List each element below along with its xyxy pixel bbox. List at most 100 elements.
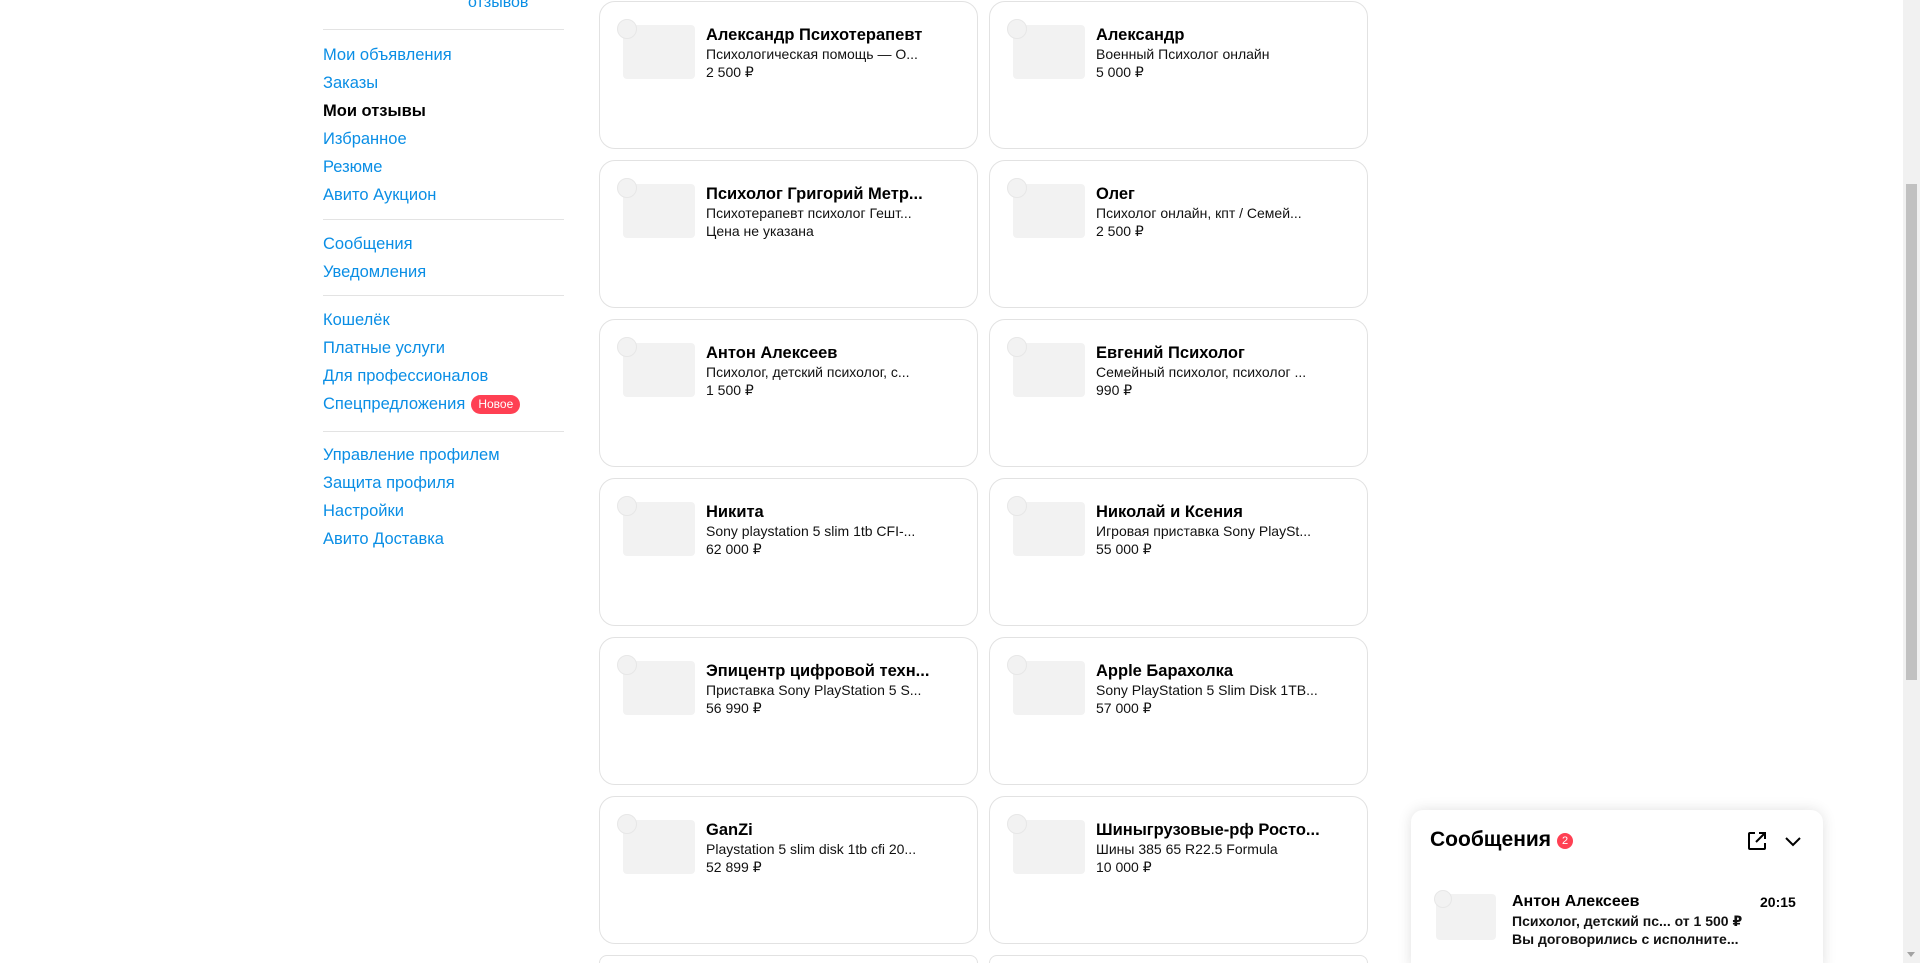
avatar (1007, 178, 1027, 198)
listing-title[interactable]: Sony PlayStation 5 Slim Disk 1TB... (1096, 681, 1321, 699)
sidebar-item-favorites[interactable]: Избранное (323, 125, 564, 153)
listing-price: 55 000 ₽ (1096, 541, 1152, 557)
seller-card[interactable]: Психолог Григорий Метр... Психотерапевт … (599, 160, 978, 308)
seller-card[interactable]: Александр Военный Психолог онлайн 5 000 … (989, 1, 1368, 149)
seller-card[interactable]: Николай и Ксения Игровая приставка Sony … (989, 478, 1368, 626)
unread-count-badge: 2 (1557, 833, 1574, 849)
seller-name[interactable]: Антон Алексеев (706, 343, 931, 363)
avatar (1007, 337, 1027, 357)
scroll-down-arrow-icon[interactable] (1907, 952, 1915, 957)
sidebar-item-auction[interactable]: Авито Аукцион (323, 181, 564, 209)
nav-group-main: Мои объявления Заказы Мои отзывы Избранн… (323, 41, 564, 209)
seller-card[interactable]: Никита Sony playstation 5 slim 1tb CFI-.… (599, 478, 978, 626)
seller-name[interactable]: GanZi (706, 820, 931, 840)
listing-price: 10 000 ₽ (1096, 859, 1152, 875)
chevron-down-icon[interactable] (1782, 830, 1804, 852)
seller-card[interactable]: Эпицентр цифровой техн... Приставка Sony… (599, 637, 978, 785)
avatar (1434, 890, 1452, 908)
chat-time: 20:15 (1760, 894, 1796, 910)
scrollbar-thumb[interactable] (1906, 184, 1917, 680)
sidebar-item-avito-delivery[interactable]: Авито Доставка (323, 525, 564, 553)
listing-price: 5 000 ₽ (1096, 64, 1144, 80)
avatar (1007, 814, 1027, 834)
sidebar-item-label: Спецпредложения (323, 395, 466, 413)
messenger-title[interactable]: Сообщения 2 (1430, 828, 1574, 852)
seller-name[interactable]: Apple Барахолка (1096, 661, 1321, 681)
sidebar-item-profile-management[interactable]: Управление профилем (323, 441, 564, 469)
sidebar-item-messages[interactable]: Сообщения (323, 230, 564, 258)
page-scrollbar[interactable] (1903, 0, 1920, 963)
sidebar-divider (323, 431, 564, 432)
seller-name[interactable]: Шиныгрузовые-рф Росто... (1096, 820, 1321, 840)
listing-title[interactable]: Playstation 5 slim disk 1tb cfi 20... (706, 840, 931, 858)
listing-title[interactable]: Психолог онлайн, кпт / Семей... (1096, 204, 1321, 222)
messenger-title-text: Сообщения (1430, 828, 1552, 851)
listing-price: 2 500 ₽ (1096, 223, 1144, 239)
sidebar-item-my-reviews[interactable]: Мои отзывы (323, 97, 564, 125)
seller-name[interactable]: Олег (1096, 184, 1321, 204)
avatar (617, 655, 637, 675)
seller-name[interactable]: Психолог Григорий Метр... (706, 184, 931, 204)
listing-title[interactable]: Психотерапевт психолог Гешт... (706, 204, 931, 222)
sidebar-item-orders[interactable]: Заказы (323, 69, 564, 97)
seller-card[interactable]: Евгений Психолог Семейный психолог, псих… (989, 319, 1368, 467)
avatar (1007, 19, 1027, 39)
listing-price: 57 000 ₽ (1096, 700, 1152, 716)
sidebar-item-for-professionals[interactable]: Для профессионалов (323, 362, 564, 390)
seller-card[interactable] (599, 955, 978, 963)
listing-title[interactable]: Психологическая помощь — О... (706, 45, 931, 63)
listing-price: 56 990 ₽ (706, 700, 762, 716)
listing-price: 990 ₽ (1096, 382, 1133, 398)
sidebar-item-profile-protection[interactable]: Защита профиля (323, 469, 564, 497)
avatar (1007, 496, 1027, 516)
chat-item[interactable]: Антон Алексеев 20:15 Психолог, детский п… (1411, 880, 1823, 963)
seller-name[interactable]: Николай и Ксения (1096, 502, 1321, 522)
seller-card[interactable]: Шиныгрузовые-рф Росто... Шины 385 65 R22… (989, 796, 1368, 944)
seller-name[interactable]: Эпицентр цифровой техн... (706, 661, 931, 681)
avatar (617, 496, 637, 516)
chat-listing-line: Психолог, детский пс... от 1 500 ₽ (1512, 913, 1743, 929)
listing-title[interactable]: Военный Психолог онлайн (1096, 45, 1321, 63)
sidebar-item-settings[interactable]: Настройки (323, 497, 564, 525)
listing-title[interactable]: Шины 385 65 R22.5 Formula (1096, 840, 1321, 858)
sidebar-divider (323, 219, 564, 220)
seller-card[interactable] (989, 955, 1368, 963)
nav-group-finance: Кошелёк Платные услуги Для профессионало… (323, 306, 564, 418)
seller-name[interactable]: Евгений Психолог (1096, 343, 1321, 363)
sidebar-item-special-offers[interactable]: Спецпредложения Новое (323, 390, 564, 418)
sidebar-item-notifications[interactable]: Уведомления (323, 258, 564, 286)
reviews-count-link[interactable]: отзывов (468, 0, 528, 12)
new-badge: Новое (471, 395, 521, 414)
listing-price: 52 899 ₽ (706, 859, 762, 875)
sidebar-divider (323, 295, 564, 296)
sidebar-item-resume[interactable]: Резюме (323, 153, 564, 181)
sidebar-item-wallet[interactable]: Кошелёк (323, 306, 564, 334)
avatar (617, 19, 637, 39)
seller-name[interactable]: Александр (1096, 25, 1321, 45)
avatar (617, 337, 637, 357)
chat-last-message: Вы договорились с исполните... (1512, 931, 1739, 947)
seller-card[interactable]: Антон Алексеев Психолог, детский психоло… (599, 319, 978, 467)
nav-group-settings: Управление профилем Защита профиля Настр… (323, 441, 564, 553)
seller-card[interactable]: Олег Психолог онлайн, кпт / Семей... 2 5… (989, 160, 1368, 308)
seller-card[interactable]: GanZi Playstation 5 slim disk 1tb cfi 20… (599, 796, 978, 944)
seller-name[interactable]: Александр Психотерапевт (706, 25, 931, 45)
listing-title[interactable]: Психолог, детский психолог, с... (706, 363, 931, 381)
listing-title[interactable]: Приставка Sony PlayStation 5 S... (706, 681, 931, 699)
nav-group-communication: Сообщения Уведомления (323, 230, 564, 286)
seller-card[interactable]: Александр Психотерапевт Психологическая … (599, 1, 978, 149)
listing-title[interactable]: Sony playstation 5 slim 1tb CFI-... (706, 522, 931, 540)
seller-name[interactable]: Никита (706, 502, 931, 522)
avatar (617, 814, 637, 834)
sidebar-item-my-ads[interactable]: Мои объявления (323, 41, 564, 69)
sidebar-divider (323, 29, 564, 30)
seller-card[interactable]: Apple Барахолка Sony PlayStation 5 Slim … (989, 637, 1368, 785)
listing-title[interactable]: Игровая приставка Sony PlaySt... (1096, 522, 1321, 540)
chat-contact-name: Антон Алексеев (1512, 893, 1640, 910)
avatar (1007, 655, 1027, 675)
open-external-icon[interactable] (1746, 830, 1768, 852)
listing-title[interactable]: Семейный психолог, психолог ... (1096, 363, 1321, 381)
messenger-widget: Сообщения 2 Антон Алексеев 20:15 Психолог… (1411, 810, 1823, 963)
sidebar-item-paid-services[interactable]: Платные услуги (323, 334, 564, 362)
listing-price: 2 500 ₽ (706, 64, 754, 80)
